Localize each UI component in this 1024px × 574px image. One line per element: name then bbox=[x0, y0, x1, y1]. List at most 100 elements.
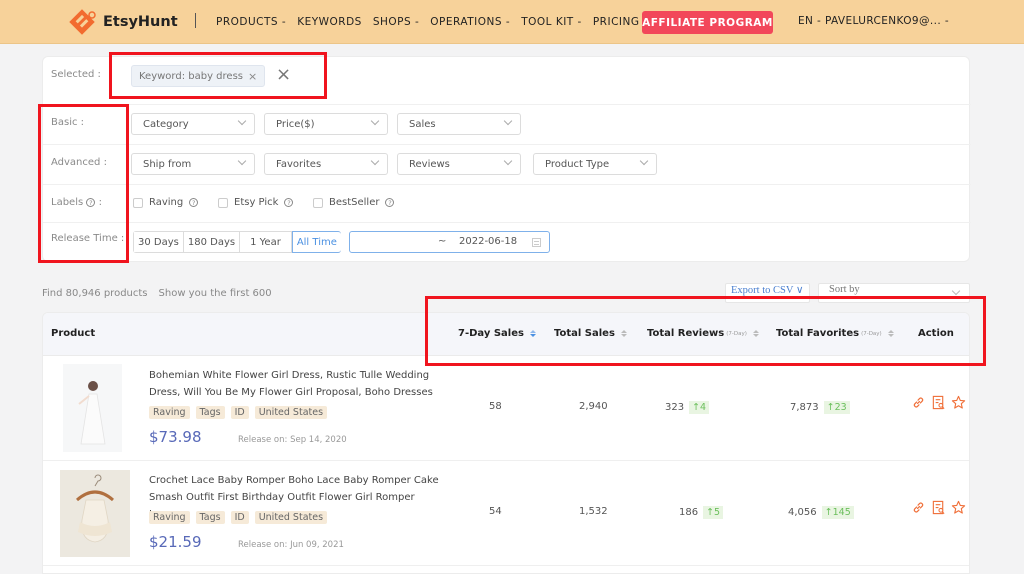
raving-checkbox[interactable] bbox=[133, 197, 143, 208]
link-icon[interactable] bbox=[911, 500, 926, 515]
labels-label-text: Labels bbox=[51, 197, 84, 208]
nav-products[interactable]: PRODUCTS - bbox=[216, 16, 286, 28]
star-icon[interactable] bbox=[951, 395, 966, 410]
col-product-label: Product bbox=[51, 328, 96, 339]
col-total-sales[interactable]: Total Sales bbox=[554, 328, 627, 339]
product-title[interactable]: Bohemian White Flower Girl Dress, Rustic… bbox=[149, 367, 439, 401]
nav-shops[interactable]: SHOPS - bbox=[373, 16, 419, 28]
col-product: Product bbox=[51, 328, 95, 339]
chevron-down-icon bbox=[951, 286, 961, 296]
help-icon[interactable]: ? bbox=[284, 198, 294, 207]
bestseller-checkbox[interactable] bbox=[313, 197, 323, 208]
sort-by-select[interactable]: Sort by bbox=[818, 283, 970, 303]
release-180-days[interactable]: 180 Days bbox=[183, 232, 241, 252]
star-icon[interactable] bbox=[951, 500, 966, 515]
export-csv-button[interactable]: Export to CSV ∨ bbox=[725, 283, 810, 303]
release-30-days[interactable]: 30 Days bbox=[134, 232, 184, 252]
product-thumbnail[interactable] bbox=[63, 364, 122, 452]
release-1-year[interactable]: 1 Year bbox=[240, 232, 292, 252]
language-user-menu[interactable]: EN - PAVELURCENKO9@... - bbox=[798, 15, 949, 27]
col-total-favorites-note: (7-Day) bbox=[861, 330, 882, 337]
sort-icon[interactable] bbox=[887, 330, 894, 337]
col-total-favorites[interactable]: Total Favorites (7-Day) bbox=[776, 328, 894, 339]
basic-label: Basic : bbox=[51, 117, 85, 128]
chevron-down-icon bbox=[639, 156, 649, 166]
top-nav-bar: EtsyHunt PRODUCTS - KEYWORDS SHOPS - OPE… bbox=[0, 0, 1024, 44]
reviews-select[interactable]: Reviews bbox=[397, 153, 521, 175]
release-date: Release on: Sep 14, 2020 bbox=[238, 435, 347, 445]
raving-checkbox-group[interactable]: Raving ? bbox=[133, 197, 199, 208]
date-end[interactable]: 2022-06-18 bbox=[459, 236, 517, 247]
favorites-value: 7,873 bbox=[790, 402, 819, 413]
bestseller-checkbox-group[interactable]: BestSeller ? bbox=[313, 197, 395, 208]
tag-id[interactable]: ID bbox=[230, 511, 249, 524]
etsyhunt-logo-icon bbox=[69, 9, 96, 35]
filter-row-selected: Selected : Keyword: baby dress × × bbox=[43, 57, 971, 105]
chevron-down-icon bbox=[503, 116, 513, 126]
keyword-chip: Keyword: baby dress × bbox=[131, 65, 266, 87]
nav-operations[interactable]: OPERATIONS - bbox=[430, 16, 510, 28]
col-total-reviews-note: (7-Day) bbox=[726, 330, 747, 337]
help-icon[interactable]: ? bbox=[385, 198, 395, 207]
nav-tool-kit[interactable]: TOOL KIT - bbox=[521, 16, 582, 28]
nav-keywords[interactable]: KEYWORDS bbox=[297, 16, 362, 28]
help-icon[interactable]: ? bbox=[86, 198, 96, 207]
etsy-pick-checkbox[interactable] bbox=[218, 197, 228, 208]
row-actions bbox=[911, 395, 966, 410]
col-7day-sales[interactable]: 7-Day Sales bbox=[458, 328, 536, 339]
help-icon[interactable]: ? bbox=[189, 198, 199, 207]
row-actions bbox=[911, 500, 966, 515]
nav-pricing[interactable]: PRICING bbox=[593, 16, 640, 28]
etsy-pick-checkbox-group[interactable]: Etsy Pick ? bbox=[218, 197, 294, 208]
table-row[interactable]: Bohemian White Flower Girl Dress, Rustic… bbox=[43, 356, 969, 461]
tag-tags[interactable]: Tags bbox=[195, 511, 225, 524]
sort-icon[interactable] bbox=[752, 330, 759, 337]
calendar-icon[interactable] bbox=[532, 238, 541, 247]
affiliate-program-button[interactable]: AFFILIATE PROGRAM bbox=[642, 11, 773, 34]
price-select[interactable]: Price($) bbox=[264, 113, 388, 135]
date-range-picker[interactable]: ~ 2022-06-18 bbox=[349, 231, 550, 253]
chevron-down-icon bbox=[370, 156, 380, 166]
date-range-separator: ~ bbox=[438, 236, 447, 247]
ship-from-select[interactable]: Ship from bbox=[131, 153, 255, 175]
filter-row-labels: Labels ? : Raving ? Etsy Pick ? BestSell… bbox=[43, 185, 971, 223]
product-type-select[interactable]: Product Type bbox=[533, 153, 657, 175]
sort-icon[interactable] bbox=[620, 330, 627, 337]
labels-label-colon: : bbox=[98, 197, 102, 208]
keyword-chip-label: Keyword: baby dress bbox=[139, 70, 243, 82]
favorites-delta: ↑23 bbox=[823, 401, 850, 414]
category-select[interactable]: Category bbox=[131, 113, 255, 135]
cell-7day-sales: 58 bbox=[489, 401, 502, 412]
product-price: $21.59 bbox=[149, 533, 202, 551]
report-icon[interactable] bbox=[931, 395, 946, 410]
table-row[interactable]: Crochet Lace Baby Romper Boho Lace Baby … bbox=[43, 461, 969, 566]
cell-total-favorites: 4,056 ↑145 bbox=[788, 506, 854, 519]
ship-from-select-label: Ship from bbox=[143, 158, 192, 170]
report-icon[interactable] bbox=[931, 500, 946, 515]
sales-select[interactable]: Sales bbox=[397, 113, 521, 135]
release-all-time[interactable]: All Time bbox=[291, 231, 341, 253]
filter-row-basic: Basic : Category Price($) Sales bbox=[43, 105, 971, 145]
favorites-delta: ↑145 bbox=[821, 506, 854, 519]
col-total-reviews[interactable]: Total Reviews (7-Day) bbox=[647, 328, 759, 339]
chevron-down-icon bbox=[237, 116, 247, 126]
brand-logo[interactable]: EtsyHunt bbox=[68, 8, 178, 36]
cell-total-sales: 2,940 bbox=[579, 401, 608, 412]
product-tags: Raving Tags ID United States bbox=[149, 511, 328, 524]
favorites-select-label: Favorites bbox=[276, 158, 322, 170]
chevron-down-icon bbox=[370, 116, 380, 126]
product-thumbnail[interactable] bbox=[60, 470, 130, 557]
release-time-label: Release Time : bbox=[51, 233, 125, 244]
raving-label: Raving bbox=[149, 197, 184, 208]
cell-7day-sales: 54 bbox=[489, 506, 502, 517]
tag-id[interactable]: ID bbox=[230, 406, 249, 419]
tag-tags[interactable]: Tags bbox=[195, 406, 225, 419]
favorites-select[interactable]: Favorites bbox=[264, 153, 388, 175]
sort-icon[interactable] bbox=[529, 330, 536, 337]
link-icon[interactable] bbox=[911, 395, 926, 410]
product-type-select-label: Product Type bbox=[545, 158, 610, 170]
clear-all-icon[interactable]: × bbox=[276, 65, 291, 85]
filter-row-release-time: Release Time : 30 Days 180 Days 1 Year A… bbox=[43, 223, 971, 263]
remove-chip-icon[interactable]: × bbox=[248, 70, 257, 83]
favorites-value: 4,056 bbox=[788, 507, 817, 518]
